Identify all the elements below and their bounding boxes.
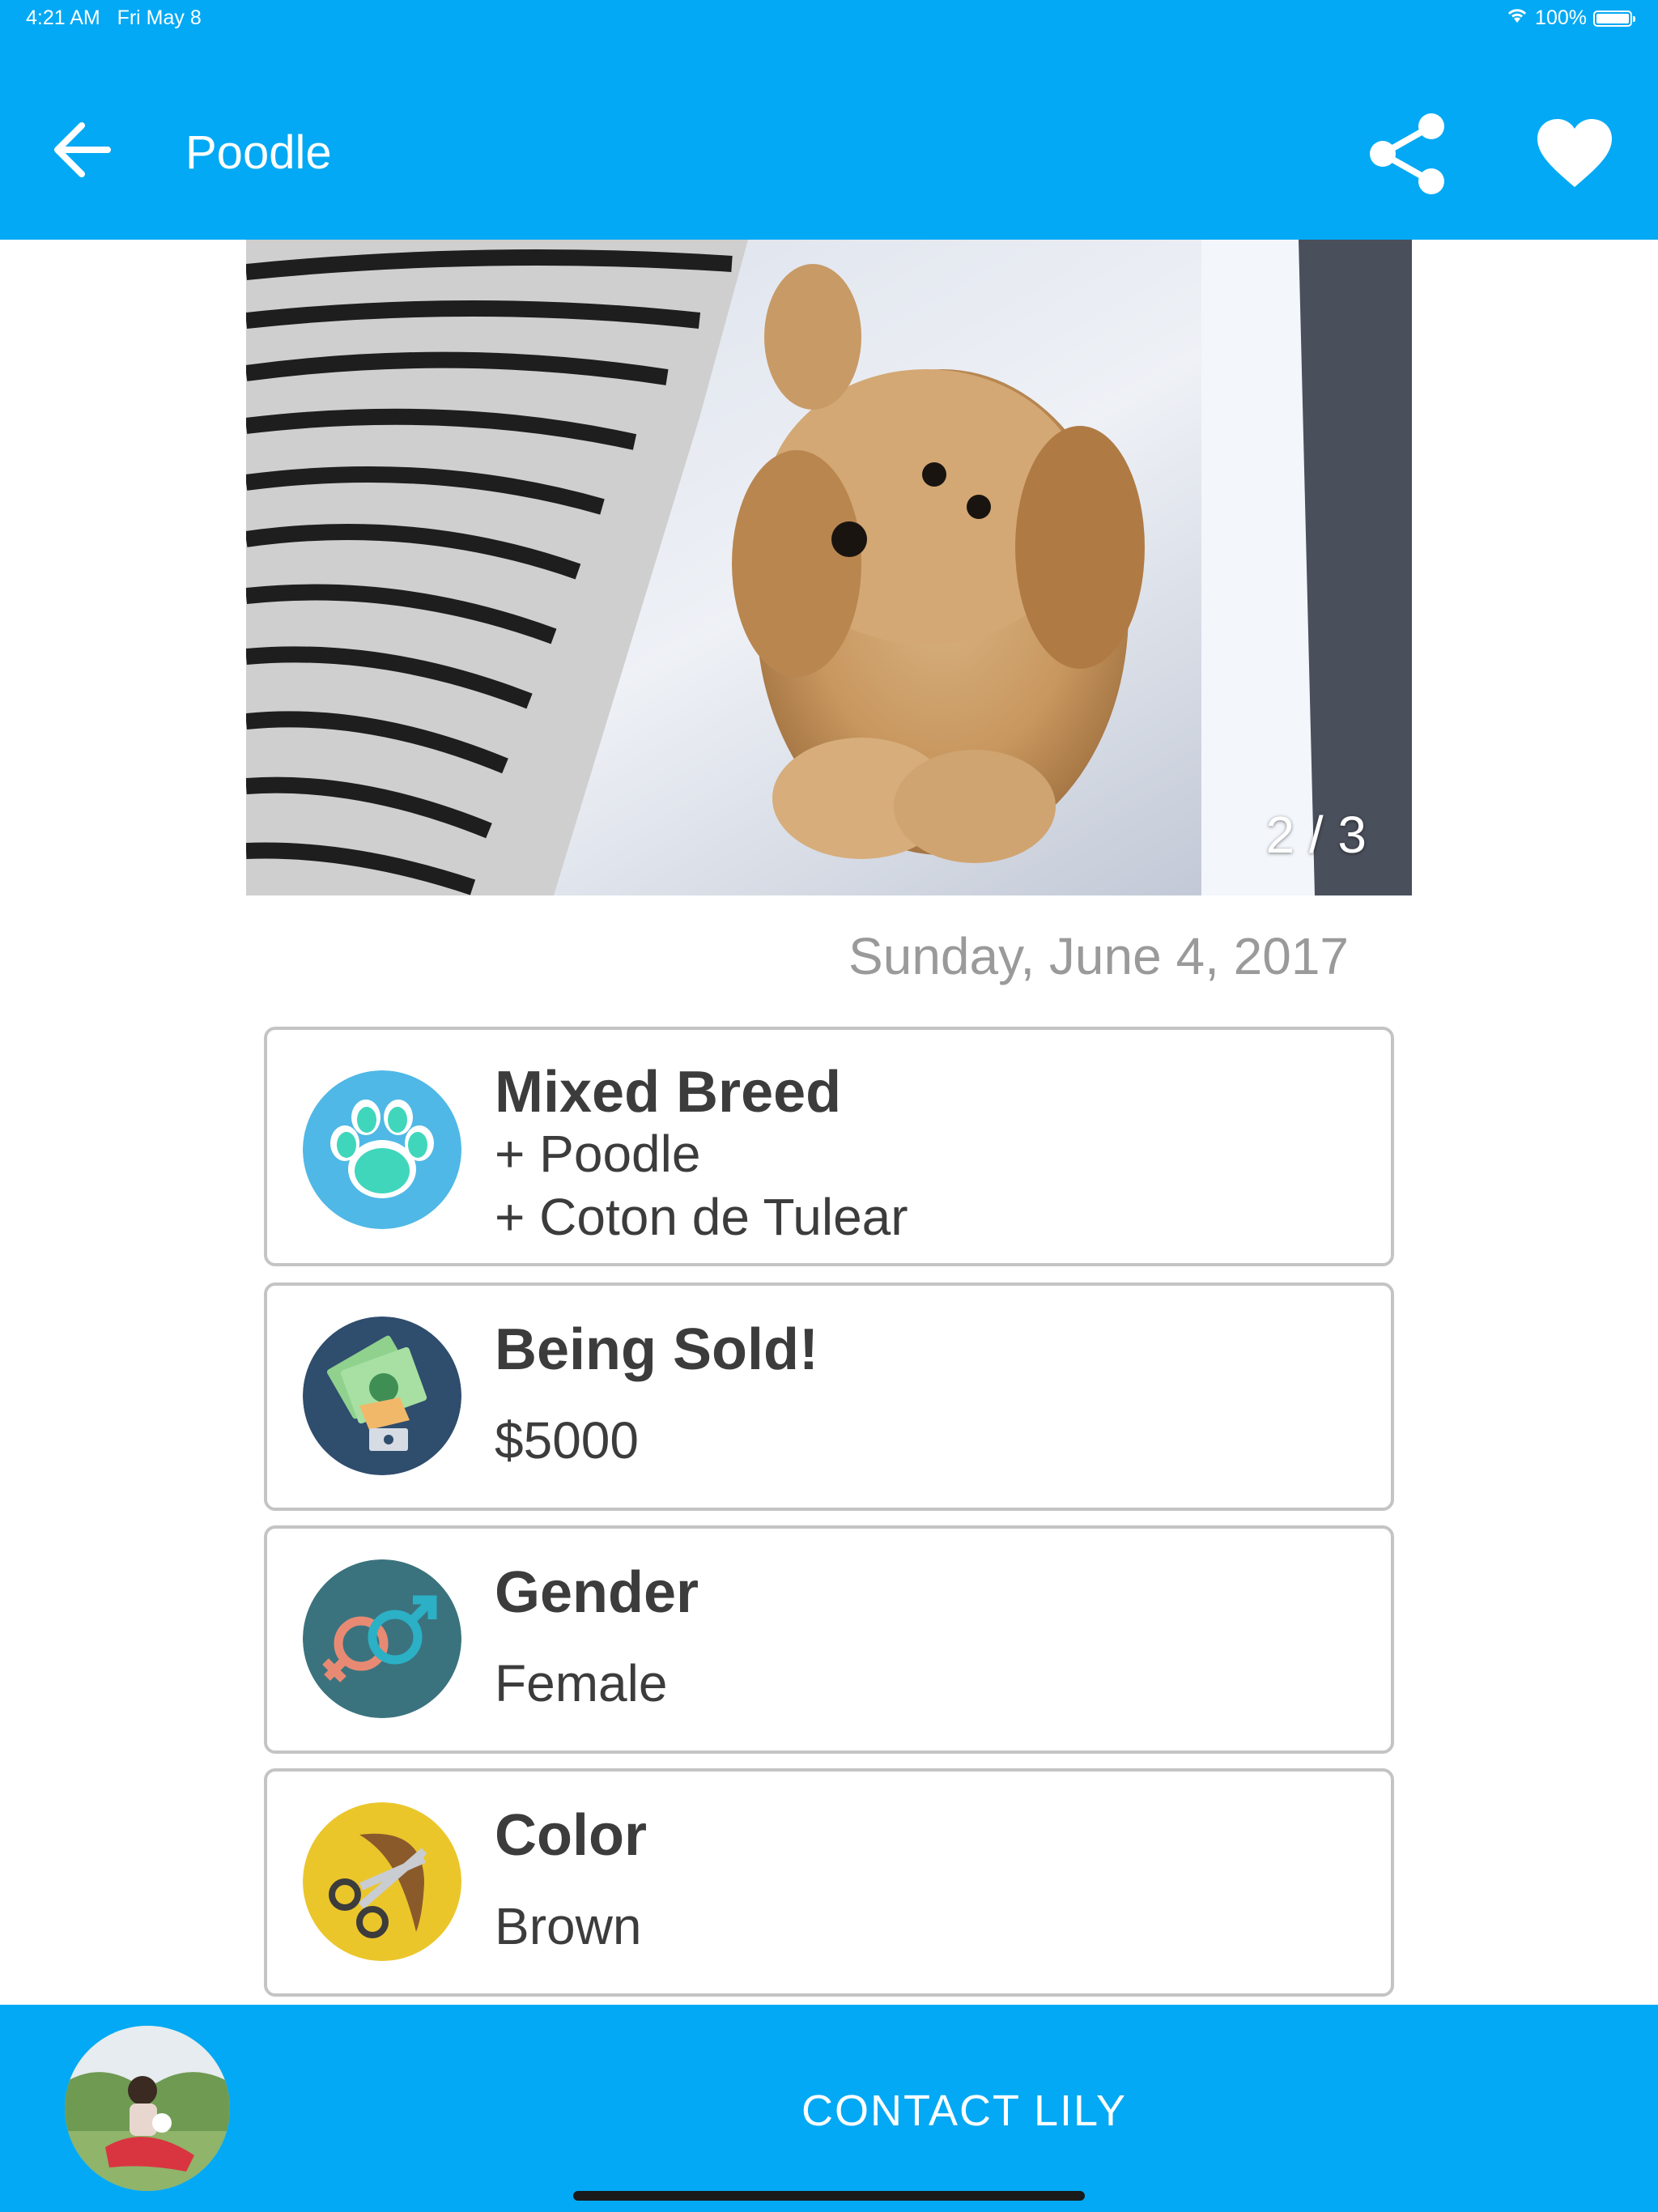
color-card: Color Brown	[264, 1768, 1394, 1997]
status-indicators: 100%	[1506, 6, 1635, 30]
arrow-left-icon	[54, 122, 111, 177]
price-card: Being Sold! $5000	[264, 1283, 1394, 1511]
color-value: Brown	[495, 1897, 642, 1955]
breed-value-1: + Poodle	[495, 1125, 701, 1183]
back-button[interactable]	[45, 113, 118, 186]
favorite-button[interactable]	[1532, 115, 1618, 193]
scissors-icon	[303, 1802, 461, 1961]
battery-icon	[1593, 10, 1635, 27]
app-bar: 4:21 AM Fri May 8 100% Poodle	[0, 0, 1658, 240]
gender-value: Female	[495, 1654, 668, 1712]
share-icon	[1370, 113, 1444, 194]
gender-icon	[303, 1559, 461, 1718]
photo-counter: 2 / 3	[1265, 806, 1367, 864]
home-indicator[interactable]	[573, 2191, 1085, 2201]
gender-card: Gender Female	[264, 1525, 1394, 1754]
price-value: $5000	[495, 1411, 639, 1470]
status-time: 4:21 AM Fri May 8	[26, 6, 202, 29]
sale-status-label: Being Sold!	[495, 1317, 818, 1382]
share-button[interactable]	[1368, 112, 1446, 196]
paw-icon	[303, 1070, 461, 1229]
contact-bar: CONTACT LILY	[0, 2005, 1658, 2212]
photo-carousel[interactable]: 2 / 3	[246, 240, 1412, 895]
puppy-photo	[246, 240, 1412, 895]
breed-value-2: + Coton de Tulear	[495, 1188, 908, 1246]
color-label: Color	[495, 1803, 647, 1868]
breed-label: Mixed Breed	[495, 1060, 842, 1125]
contact-button[interactable]: CONTACT LILY	[801, 2086, 1127, 2136]
wifi-icon	[1506, 6, 1528, 30]
avatar[interactable]	[65, 2026, 230, 2191]
post-date: Sunday, June 4, 2017	[848, 927, 1349, 985]
battery-percent: 100%	[1535, 6, 1587, 29]
page-title: Poodle	[185, 126, 332, 179]
breed-card: Mixed Breed + Poodle + Coton de Tulear	[264, 1027, 1394, 1266]
gender-label: Gender	[495, 1560, 699, 1625]
heart-icon	[1537, 119, 1612, 187]
money-hand-icon	[303, 1317, 461, 1475]
